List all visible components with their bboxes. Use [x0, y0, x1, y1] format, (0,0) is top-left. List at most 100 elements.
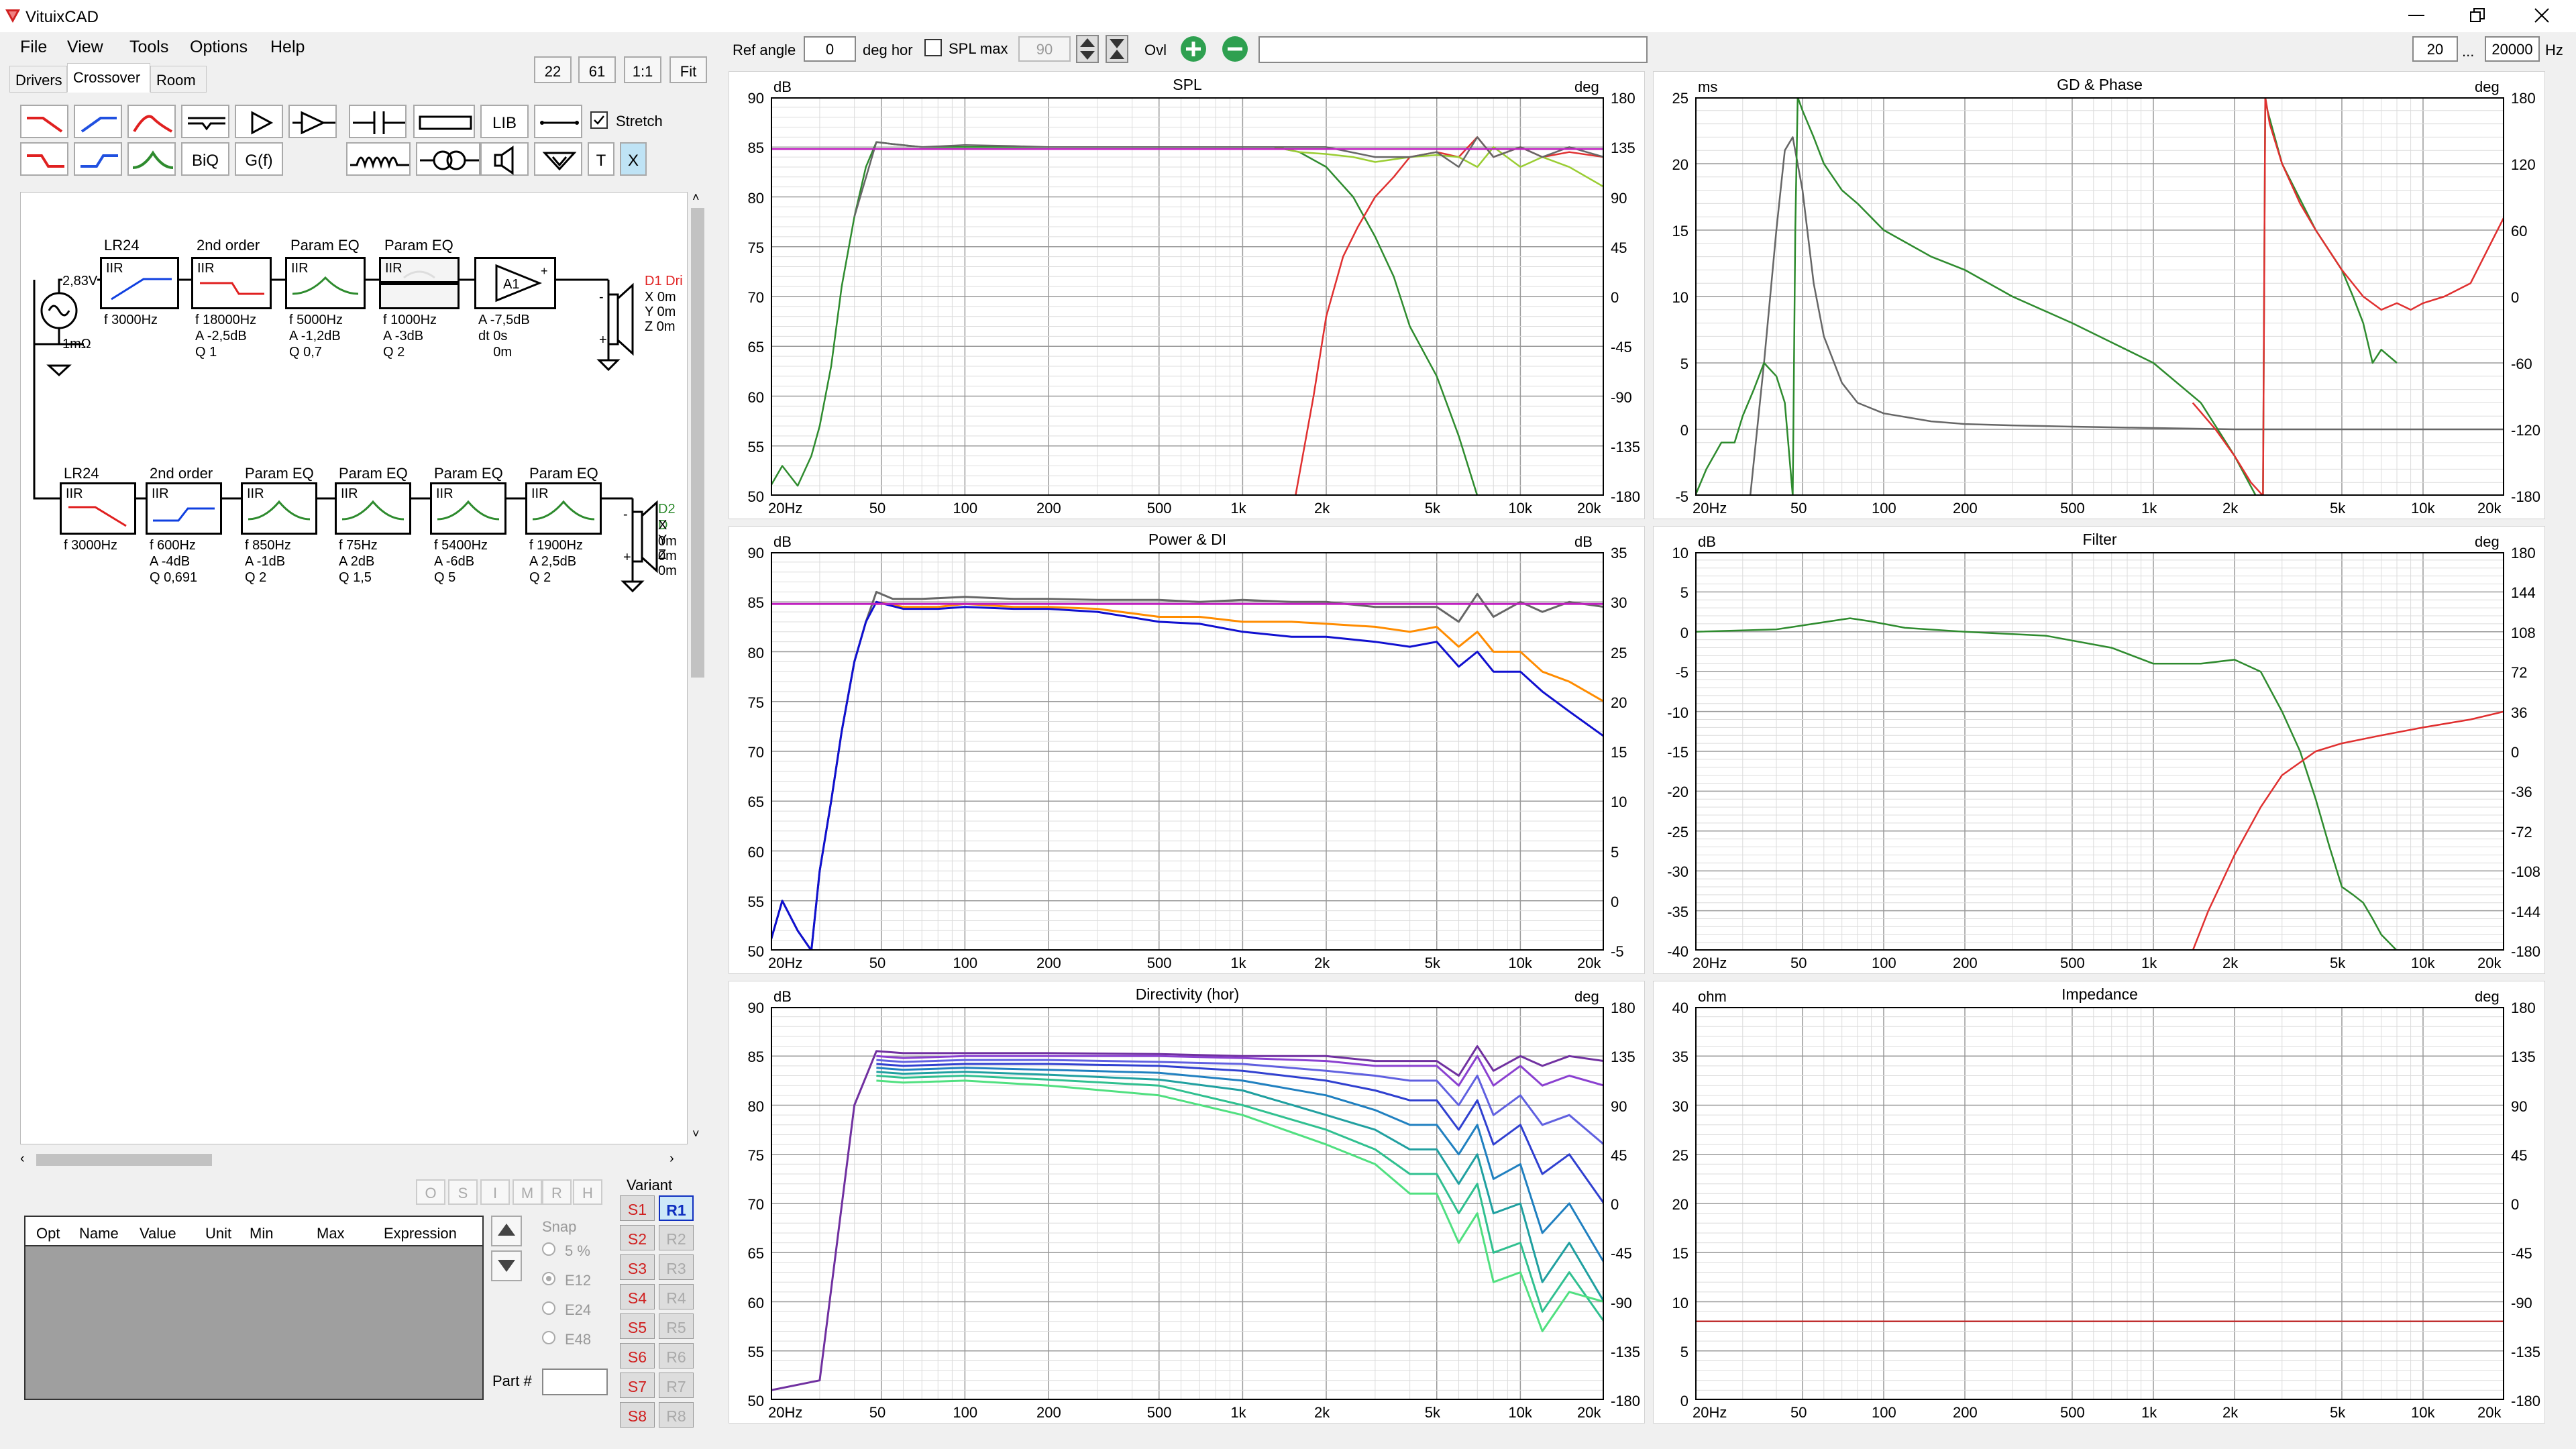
overlay-select[interactable]: [1258, 36, 1648, 63]
b2-lr24-block[interactable]: IIR: [60, 482, 136, 535]
zoom-fit-button[interactable]: Fit: [669, 56, 707, 83]
resistor-tool[interactable]: [413, 105, 475, 138]
b1-param-eq-block-2[interactable]: IIR: [379, 257, 460, 309]
menu-view[interactable]: View: [67, 38, 103, 57]
freq-max-input[interactable]: 20000: [2485, 36, 2540, 62]
buffer-tool[interactable]: [235, 105, 283, 138]
variant-s3-button[interactable]: S3: [620, 1254, 655, 1280]
variant-s7-button[interactable]: S7: [620, 1373, 655, 1398]
freq-min-input[interactable]: 20: [2412, 36, 2458, 62]
highpass-2-tool[interactable]: [74, 142, 122, 176]
transfer-function-button[interactable]: G(f): [235, 142, 283, 176]
b2-param-eq-block-4[interactable]: IIR: [525, 482, 602, 535]
col-name[interactable]: Name: [79, 1225, 119, 1242]
scrollbar-thumb[interactable]: [691, 208, 704, 678]
b1-2nd-order-block[interactable]: IIR: [191, 257, 272, 309]
variant-s8-button[interactable]: S8: [620, 1402, 655, 1428]
plot-area[interactable]: [1695, 1007, 2504, 1400]
opt-o-button[interactable]: O: [416, 1179, 445, 1205]
schematic-canvas[interactable]: - + - + 2,83V 1mΩ LR24 IIR f 3000Hz 2nd …: [20, 192, 688, 1144]
chart-panel-0[interactable]: SPL dB deg 90 85 80 75 70 65 60 55 50 180 135 90 45 0 -45…: [729, 71, 1645, 519]
variant-r4-button[interactable]: R4: [659, 1284, 694, 1309]
scroll-left-icon[interactable]: ‹: [20, 1151, 25, 1167]
opt-m-button[interactable]: M: [513, 1179, 542, 1205]
overlay-add-icon[interactable]: [1178, 35, 1209, 63]
tab-room[interactable]: Room: [150, 66, 207, 93]
variant-r8-button[interactable]: R8: [659, 1402, 694, 1428]
vertical-scrollbar[interactable]: ˄ ˅: [688, 188, 707, 1147]
restore-icon[interactable]: [2470, 8, 2485, 23]
menu-help[interactable]: Help: [270, 38, 305, 57]
wire-tool[interactable]: [534, 105, 582, 138]
plot-area[interactable]: [771, 97, 1604, 496]
biquad-button[interactable]: BiQ: [181, 142, 229, 176]
b2-param-eq-block-3[interactable]: IIR: [430, 482, 506, 535]
close-icon[interactable]: [2533, 7, 2551, 24]
minimize-icon[interactable]: [2408, 15, 2424, 16]
zoom-61-button[interactable]: 61: [578, 56, 616, 83]
plot-area[interactable]: [771, 1007, 1604, 1400]
overlay-remove-icon[interactable]: [1220, 35, 1250, 63]
b2-param-eq-block-2[interactable]: IIR: [335, 482, 411, 535]
part-number-input[interactable]: [542, 1368, 608, 1395]
text-tool[interactable]: T: [588, 142, 614, 176]
plot-area[interactable]: [1695, 97, 2504, 496]
lowpass-tool[interactable]: [20, 105, 68, 138]
driver-tool[interactable]: [480, 142, 529, 176]
snap-e48-radio[interactable]: [542, 1331, 555, 1344]
variant-r6-button[interactable]: R6: [659, 1343, 694, 1368]
b1-gain-delay-block[interactable]: + A1: [474, 257, 556, 309]
chart-panel-1[interactable]: GD & Phase ms deg 25 20 15 10 5 0 -5 180 120 60 0 -60-…: [1653, 71, 2545, 519]
snap-e12-radio[interactable]: [542, 1272, 555, 1285]
inductor-tool[interactable]: [346, 142, 411, 176]
chart-panel-2[interactable]: Power & DI dB dB 90 85 80 75 70 65 60 55 50 35 30 25 20…: [729, 526, 1645, 974]
scrollbar-thumb-horizontal[interactable]: [36, 1154, 212, 1166]
notch-tool[interactable]: [181, 105, 229, 138]
scroll-up-icon[interactable]: ˄: [692, 191, 700, 205]
spin-up-down-icon[interactable]: [1076, 35, 1099, 63]
reset-spin-icon[interactable]: [1106, 35, 1128, 63]
b1-param-eq-block-1[interactable]: IIR: [285, 257, 366, 309]
delete-tool[interactable]: X: [620, 142, 647, 176]
bandpass-tool[interactable]: [127, 105, 176, 138]
b2-param-eq-block-1[interactable]: IIR: [241, 482, 317, 535]
chart-panel-4[interactable]: Directivity (hor) dB deg 90 85 80 75 70 65 60 55 50…: [729, 981, 1645, 1424]
variant-r2-button[interactable]: R2: [659, 1225, 694, 1250]
col-value[interactable]: Value: [140, 1225, 176, 1242]
amplifier-tool[interactable]: [288, 105, 337, 138]
tab-drivers[interactable]: Drivers: [9, 66, 67, 93]
col-max[interactable]: Max: [317, 1225, 345, 1242]
variant-r1-button[interactable]: R1: [659, 1195, 694, 1221]
snap-5pct-radio[interactable]: [542, 1242, 555, 1256]
variant-s2-button[interactable]: S2: [620, 1225, 655, 1250]
menu-tools[interactable]: Tools: [129, 38, 168, 57]
capacitor-tool[interactable]: [349, 105, 407, 138]
chart-panel-5[interactable]: Impedance ohm deg 40 35 30 25 20 15 10 5 0 180 135 90 4…: [1653, 981, 2545, 1424]
spl-max-input[interactable]: 90: [1018, 36, 1071, 62]
variant-s5-button[interactable]: S5: [620, 1313, 655, 1339]
col-opt[interactable]: Opt: [36, 1225, 60, 1242]
b2-2nd-order-block[interactable]: IIR: [146, 482, 222, 535]
move-down-button[interactable]: [491, 1250, 522, 1281]
variant-r7-button[interactable]: R7: [659, 1373, 694, 1398]
library-button[interactable]: LIB: [480, 105, 529, 138]
opt-h-button[interactable]: H: [573, 1179, 602, 1205]
spl-max-checkbox[interactable]: [924, 39, 942, 56]
opt-s-button[interactable]: S: [448, 1179, 478, 1205]
variant-s1-button[interactable]: S1: [620, 1195, 655, 1221]
menu-options[interactable]: Options: [190, 38, 248, 57]
b1-lr24-block[interactable]: IIR: [100, 257, 179, 309]
move-up-button[interactable]: [491, 1216, 522, 1246]
snap-e24-radio[interactable]: [542, 1301, 555, 1315]
variant-r5-button[interactable]: R5: [659, 1313, 694, 1339]
stretch-checkbox[interactable]: [590, 111, 608, 129]
plot-area[interactable]: [1695, 552, 2504, 951]
col-expression[interactable]: Expression: [384, 1225, 457, 1242]
variant-r3-button[interactable]: R3: [659, 1254, 694, 1280]
zoom-22-button[interactable]: 22: [534, 56, 572, 83]
variant-s4-button[interactable]: S4: [620, 1284, 655, 1309]
opt-i-button[interactable]: I: [480, 1179, 510, 1205]
menu-file[interactable]: File: [20, 38, 47, 57]
plot-area[interactable]: [771, 552, 1604, 951]
ground-tool[interactable]: [534, 142, 582, 176]
